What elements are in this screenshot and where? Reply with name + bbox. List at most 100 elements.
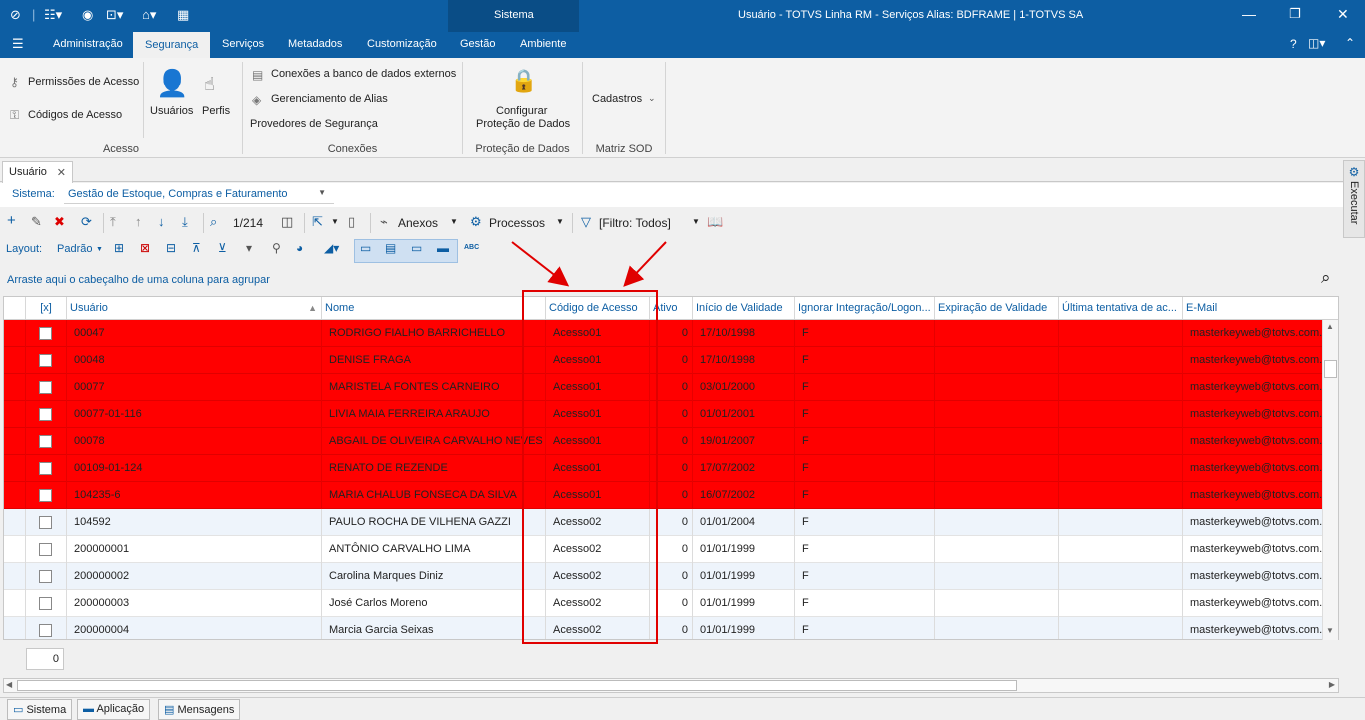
row-checkbox[interactable] bbox=[39, 543, 52, 556]
last-record-icon[interactable]: ⤓ bbox=[182, 214, 188, 230]
chevron-down-icon[interactable]: ▼ bbox=[450, 217, 458, 226]
cell-ignorar[interactable]: F bbox=[795, 563, 935, 590]
cell-expiracao[interactable] bbox=[935, 374, 1059, 401]
remove-row-icon[interactable]: ⊠ bbox=[140, 241, 150, 255]
chevron-down-icon[interactable]: ⌄ bbox=[648, 93, 656, 104]
cell-nome[interactable]: RODRIGO FIALHO BARRICHELLO bbox=[322, 320, 546, 347]
ribbon-usuarios[interactable]: Usuários bbox=[150, 105, 193, 117]
cell-ultima-tentativa[interactable] bbox=[1059, 374, 1183, 401]
cell-inicio-validade[interactable]: 01/01/1999 bbox=[693, 536, 795, 563]
cell-ignorar[interactable]: F bbox=[795, 509, 935, 536]
cell-ignorar[interactable]: F bbox=[795, 374, 935, 401]
cell-email[interactable]: masterkeyweb@totvs.com.b bbox=[1183, 536, 1324, 563]
cell-nome[interactable]: DENISE FRAGA bbox=[322, 347, 546, 374]
ribbon-codigos-acesso[interactable]: Códigos de Acesso bbox=[28, 109, 122, 121]
menu-customizacao[interactable]: Customização bbox=[367, 38, 437, 50]
cell-ultima-tentativa[interactable] bbox=[1059, 320, 1183, 347]
header-expiracao-validade[interactable]: Expiração de Validade bbox=[935, 297, 1059, 319]
cell-ultima-tentativa[interactable] bbox=[1059, 590, 1183, 617]
anexos-button[interactable]: Anexos bbox=[398, 216, 438, 230]
cell-usuario[interactable]: 200000004 bbox=[67, 617, 322, 639]
cell-expiracao[interactable] bbox=[935, 590, 1059, 617]
layout-options-icon[interactable]: ◫▾ bbox=[1308, 36, 1325, 50]
cell-email[interactable]: masterkeyweb@totvs.com.b bbox=[1183, 455, 1324, 482]
status-mensagens-button[interactable]: ▤ Mensagens bbox=[158, 699, 241, 720]
cell-expiracao[interactable] bbox=[935, 320, 1059, 347]
cell-ultima-tentativa[interactable] bbox=[1059, 509, 1183, 536]
cell-email[interactable]: masterkeyweb@totvs.com.b bbox=[1183, 482, 1324, 509]
cell-usuario[interactable]: 104235-6 bbox=[67, 482, 322, 509]
home-icon[interactable]: ⌂▾ bbox=[142, 7, 156, 23]
table-row[interactable]: 200000004 Marcia Garcia Seixas Acesso02 0 01… bbox=[4, 617, 1324, 639]
processos-button[interactable]: Processos bbox=[489, 216, 545, 230]
row-checkbox[interactable] bbox=[39, 435, 52, 448]
tab-usuario[interactable]: Usuário ✕ bbox=[2, 161, 73, 183]
cell-ignorar[interactable]: F bbox=[795, 347, 935, 374]
cell-inicio-validade[interactable]: 01/01/1999 bbox=[693, 617, 795, 639]
close-window-icon[interactable]: ✕ bbox=[1337, 6, 1349, 23]
add-icon[interactable]: + bbox=[7, 212, 16, 229]
restore-icon[interactable]: ❐ bbox=[1289, 6, 1301, 22]
ribbon-permissoes-acesso[interactable]: Permissões de Acesso bbox=[28, 76, 139, 88]
cell-inicio-validade[interactable]: 01/01/2001 bbox=[693, 401, 795, 428]
cell-email[interactable]: masterkeyweb@totvs.com.b bbox=[1183, 509, 1324, 536]
collapse-ribbon-icon[interactable]: ⌃ bbox=[1345, 36, 1355, 50]
cell-expiracao[interactable] bbox=[935, 401, 1059, 428]
header-inicio-validade[interactable]: Início de Validade bbox=[693, 297, 795, 319]
sistema-select[interactable]: Gestão de Estoque, Compras e Faturamento… bbox=[64, 185, 334, 204]
chart-icon[interactable]: ◢▾ bbox=[324, 241, 339, 255]
table-row[interactable]: 00047 RODRIGO FIALHO BARRICHELLO Acesso01 0… bbox=[4, 320, 1324, 347]
cell-inicio-validade[interactable]: 03/01/2000 bbox=[693, 374, 795, 401]
cell-email[interactable]: masterkeyweb@totvs.com.b bbox=[1183, 401, 1324, 428]
app-menu-icon[interactable]: ☰ bbox=[12, 36, 24, 52]
cell-ultima-tentativa[interactable] bbox=[1059, 347, 1183, 374]
book-icon[interactable]: 📖 bbox=[707, 214, 723, 230]
cell-inicio-validade[interactable]: 16/07/2002 bbox=[693, 482, 795, 509]
cell-usuario[interactable]: 00109-01-124 bbox=[67, 455, 322, 482]
cell-usuario[interactable]: 00077-01-116 bbox=[67, 401, 322, 428]
cell-email[interactable]: masterkeyweb@totvs.com.b bbox=[1183, 617, 1324, 639]
cell-usuario[interactable]: 104592 bbox=[67, 509, 322, 536]
cell-ignorar[interactable]: F bbox=[795, 428, 935, 455]
first-record-icon[interactable]: ⤒ bbox=[110, 214, 116, 230]
horizontal-scrollbar-thumb[interactable] bbox=[17, 680, 1017, 691]
table-row[interactable]: 200000001 ANTÔNIO CARVALHO LIMA Acesso02 0 0… bbox=[4, 536, 1324, 563]
table-row[interactable]: 00048 DENISE FRAGA Acesso01 0 17/10/1998 Fmas… bbox=[4, 347, 1324, 374]
cell-usuario[interactable]: 00078 bbox=[67, 428, 322, 455]
menu-ambiente[interactable]: Ambiente bbox=[520, 38, 566, 50]
download-icon[interactable]: ⊻ bbox=[218, 241, 227, 255]
cell-ultima-tentativa[interactable] bbox=[1059, 428, 1183, 455]
view-mode-1-icon[interactable]: ▭ bbox=[360, 241, 371, 255]
row-checkbox[interactable] bbox=[39, 597, 52, 610]
cell-ignorar[interactable]: F bbox=[795, 536, 935, 563]
menu-gestao[interactable]: Gestão bbox=[460, 38, 495, 50]
cell-email[interactable]: masterkeyweb@totvs.com.b bbox=[1183, 428, 1324, 455]
cell-nome[interactable]: MARISTELA FONTES CARNEIRO bbox=[322, 374, 546, 401]
cell-email[interactable]: masterkeyweb@totvs.com.b bbox=[1183, 347, 1324, 374]
view-mode-3-icon[interactable]: ▭ bbox=[411, 241, 422, 255]
header-ultima-tentativa[interactable]: Última tentativa de ac... bbox=[1059, 297, 1183, 319]
row-checkbox[interactable] bbox=[39, 516, 52, 529]
ribbon-gerenciamento-alias[interactable]: Gerenciamento de Alias bbox=[271, 93, 388, 105]
cell-email[interactable]: masterkeyweb@totvs.com.b bbox=[1183, 590, 1324, 617]
scroll-down-icon[interactable]: ▼ bbox=[1326, 626, 1334, 635]
cell-nome[interactable]: MARIA CHALUB FONSECA DA SILVA bbox=[322, 482, 546, 509]
close-tab-icon[interactable]: ✕ bbox=[57, 166, 66, 179]
cell-email[interactable]: masterkeyweb@totvs.com.b bbox=[1183, 563, 1324, 590]
row-checkbox[interactable] bbox=[39, 624, 52, 637]
window-menu-icon[interactable]: ⊡▾ bbox=[106, 7, 123, 23]
chevron-down-icon[interactable]: ▼ bbox=[556, 217, 564, 226]
search-icon[interactable]: ⌕ bbox=[210, 214, 217, 230]
cell-ultima-tentativa[interactable] bbox=[1059, 536, 1183, 563]
save-layout-icon[interactable]: ⊟ bbox=[166, 241, 176, 255]
cell-inicio-validade[interactable]: 17/10/1998 bbox=[693, 347, 795, 374]
cell-ultima-tentativa[interactable] bbox=[1059, 482, 1183, 509]
help-icon[interactable]: ? bbox=[1290, 37, 1297, 51]
row-checkbox[interactable] bbox=[39, 327, 52, 340]
row-checkbox[interactable] bbox=[39, 381, 52, 394]
export-icon[interactable]: ⇱ bbox=[312, 214, 323, 230]
table-row[interactable]: 00078 ABGAIL DE OLIVEIRA CARVALHO NEVES Ac… bbox=[4, 428, 1324, 455]
layout-select[interactable]: Padrão bbox=[57, 243, 92, 255]
cell-inicio-validade[interactable]: 01/01/1999 bbox=[693, 563, 795, 590]
chevron-down-icon[interactable]: ▼ bbox=[692, 217, 700, 226]
